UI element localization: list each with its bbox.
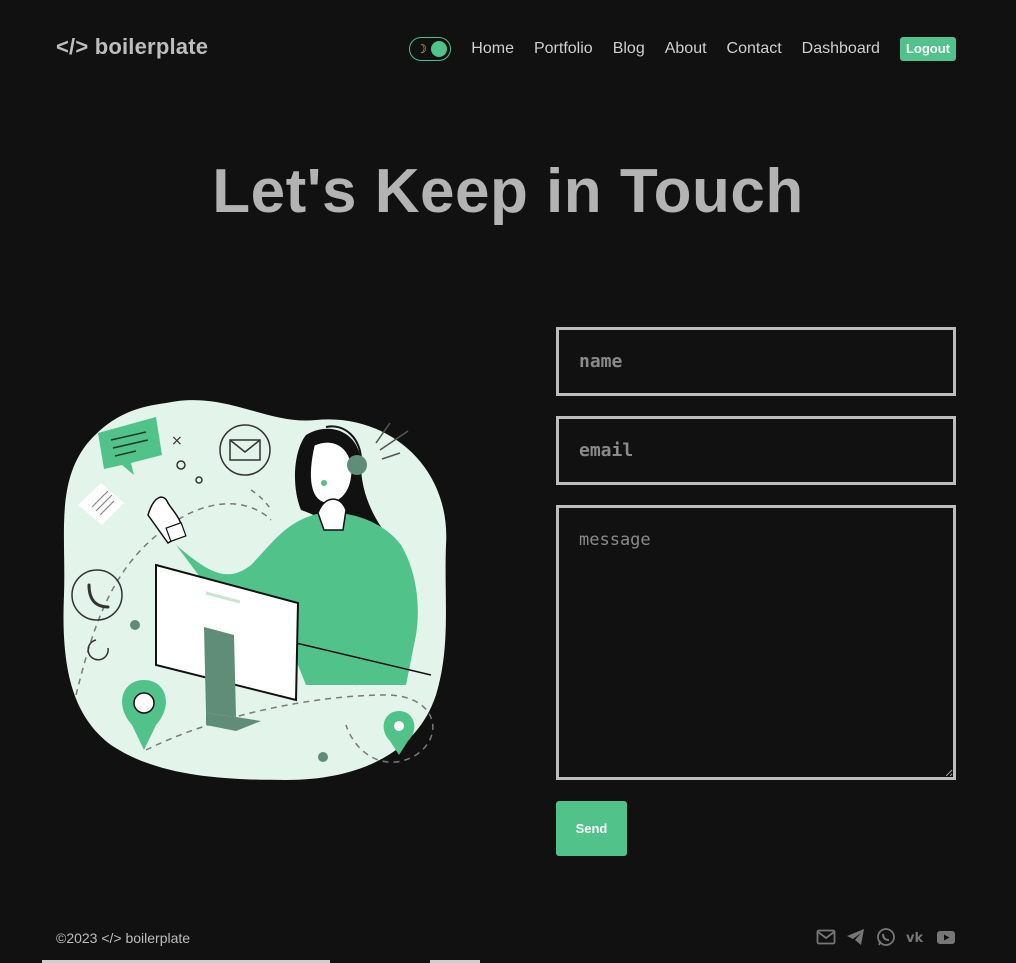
nav-portfolio[interactable]: Portfolio [534,40,593,58]
youtube-icon[interactable] [936,927,956,947]
nav-contact[interactable]: Contact [727,40,782,58]
theme-toggle[interactable]: ☽ [409,36,452,61]
nav-about[interactable]: About [665,40,707,58]
site-logo[interactable]: </> boilerplate [56,34,208,60]
send-button[interactable]: Send [556,801,627,856]
nav-dashboard[interactable]: Dashboard [802,40,880,58]
toggle-knob [431,40,448,57]
social-links: vk [816,927,956,947]
mail-icon[interactable] [816,927,836,947]
footer-copyright: ©2023 </> boilerplate [56,930,191,946]
logout-button[interactable]: Logout [899,36,956,61]
name-input[interactable] [556,327,956,396]
vk-icon[interactable]: vk [906,927,926,947]
svg-text:vk: vk [906,931,923,946]
customer-support-illustration: × [63,400,447,780]
nav-blog[interactable]: Blog [613,40,645,58]
message-textarea[interactable] [556,505,956,780]
main-nav: ☽ Home Portfolio Blog About Contact Dash… [409,36,956,61]
page-title: Let's Keep in Touch [212,157,804,226]
svg-text:×: × [171,433,183,449]
moon-icon: ☽ [416,41,428,56]
contact-page: </> boilerplate ☽ Home Portfolio Blog Ab… [0,0,1016,963]
telegram-icon[interactable] [846,927,866,947]
whatsapp-icon[interactable] [876,927,896,947]
email-input[interactable] [556,416,956,485]
nav-home[interactable]: Home [471,40,514,58]
